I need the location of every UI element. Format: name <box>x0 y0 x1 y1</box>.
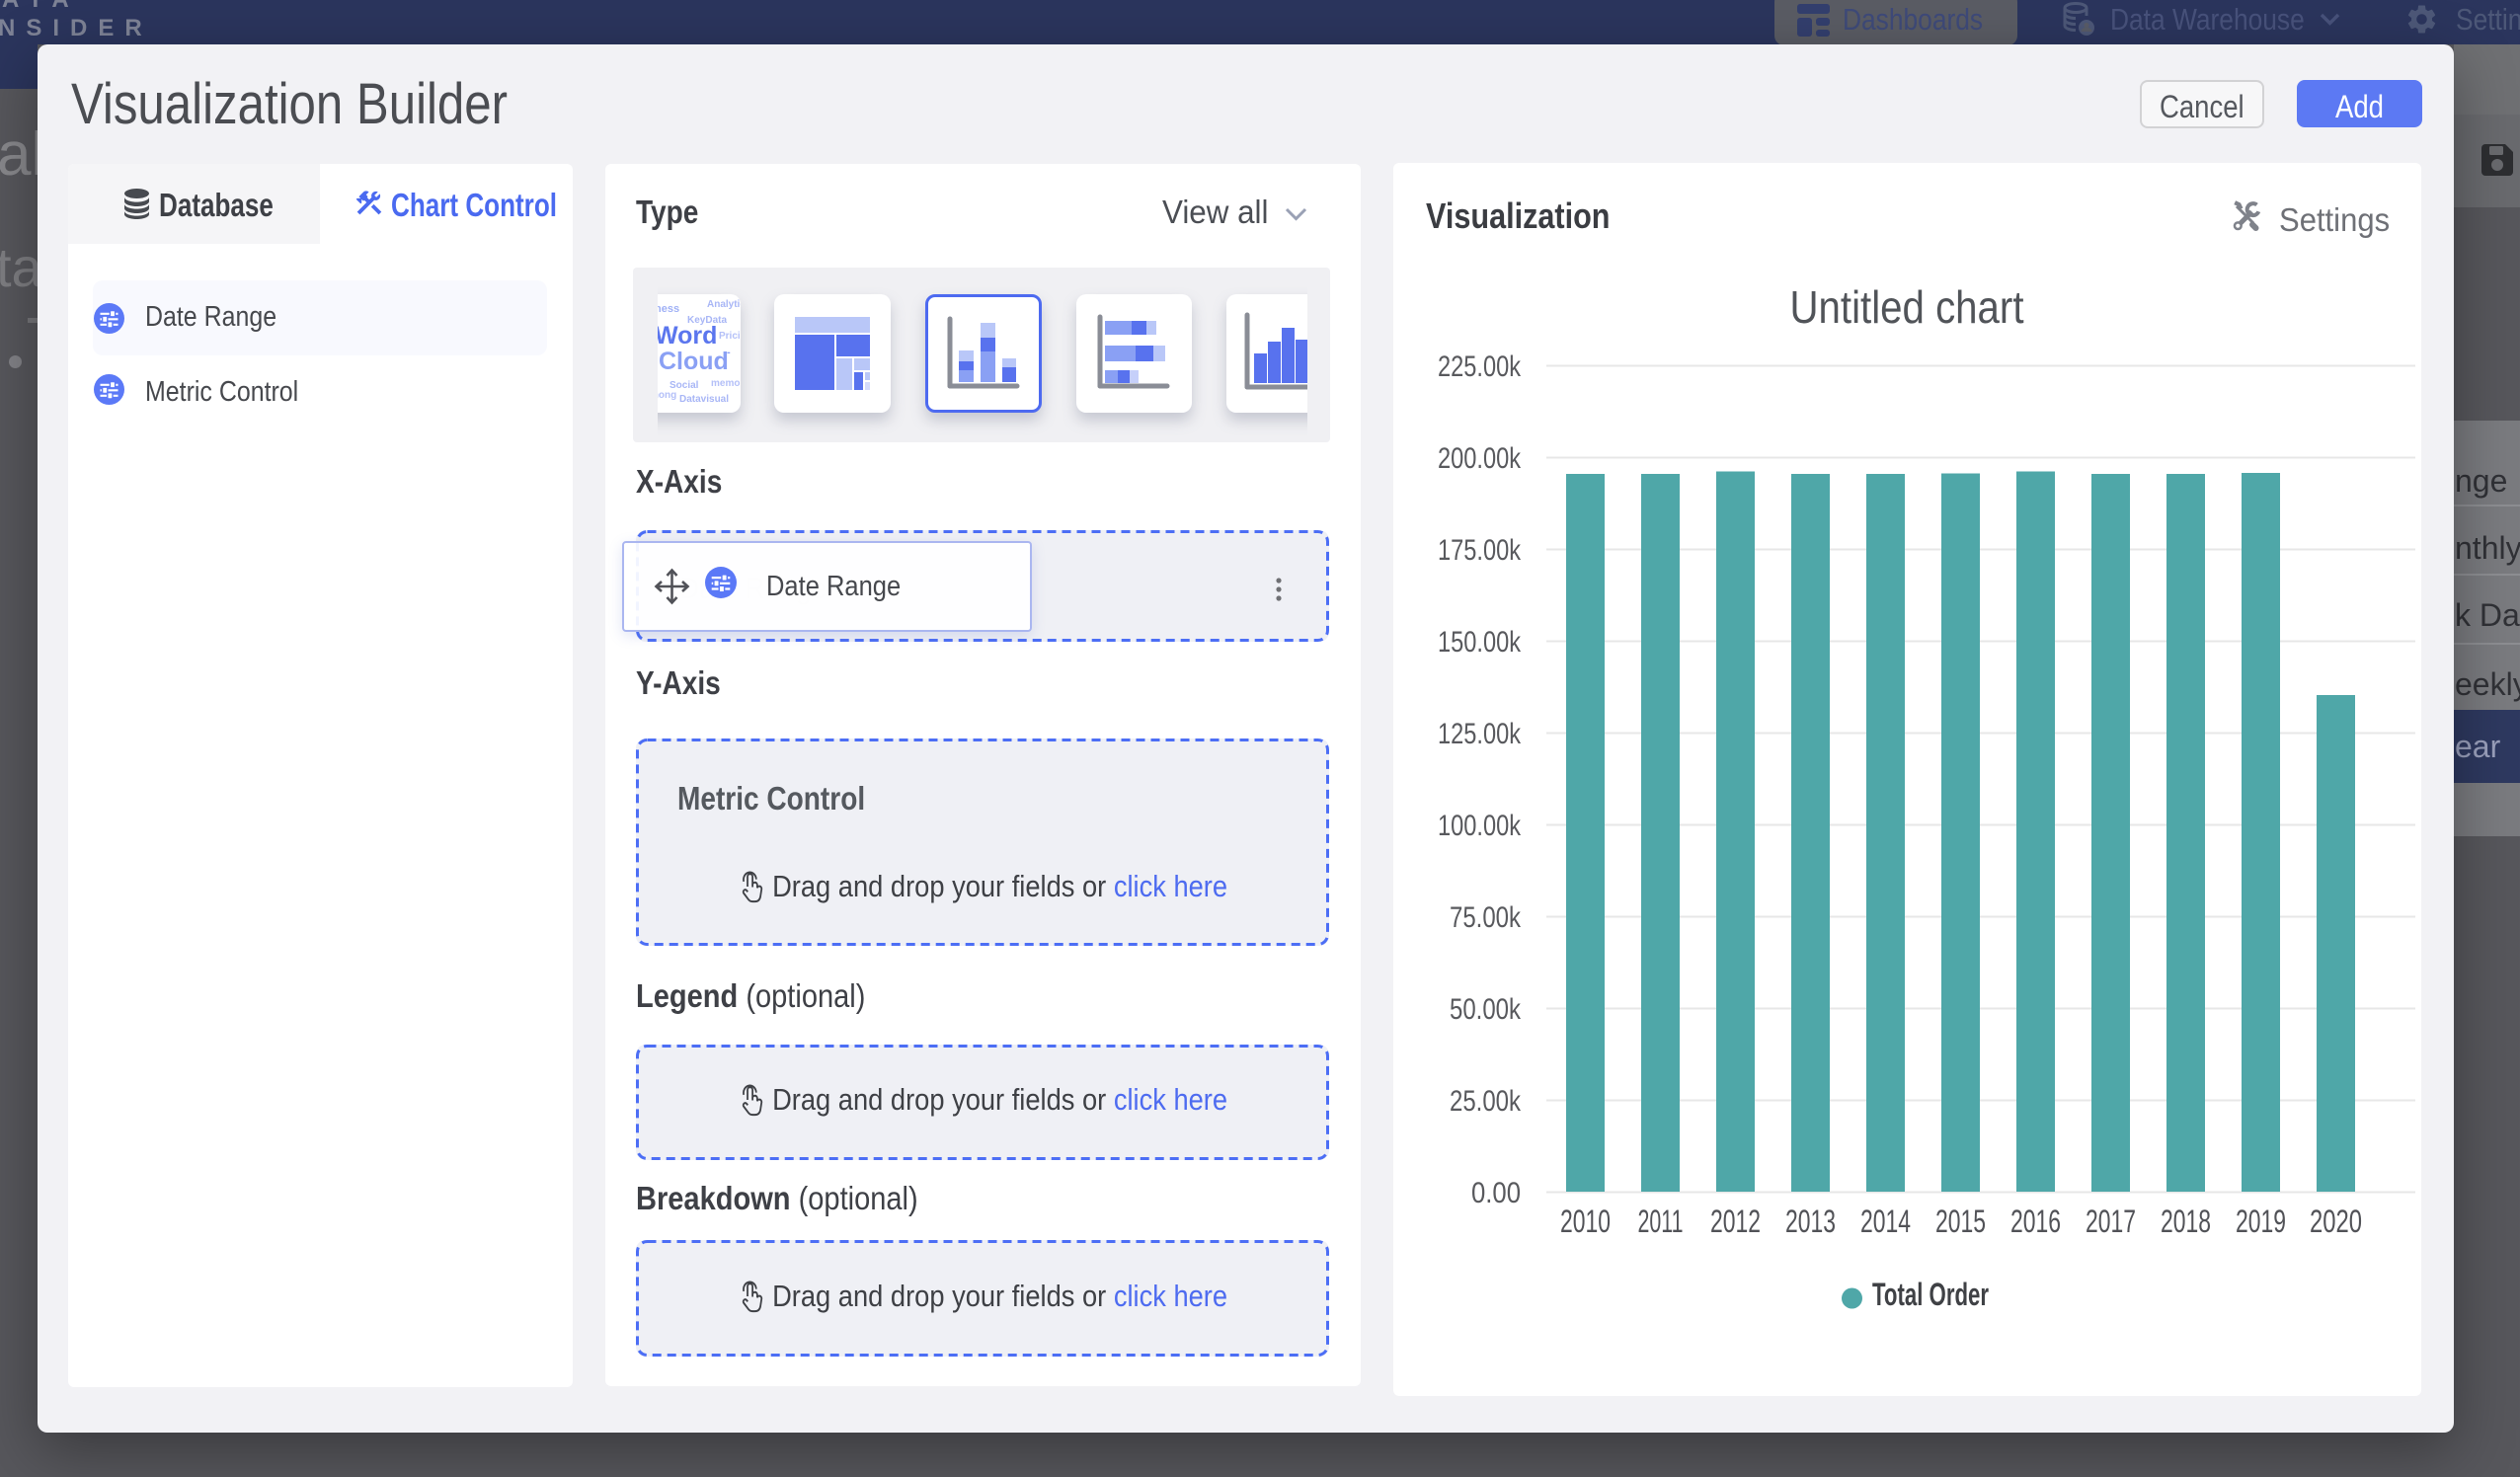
svg-text:Untitled chart: Untitled chart <box>1790 281 2024 333</box>
svg-text:200.00k: 200.00k <box>1438 442 1522 475</box>
svg-text:2017: 2017 <box>2086 1204 2136 1239</box>
svg-text:2015: 2015 <box>1935 1204 1986 1239</box>
svg-text:225.00k: 225.00k <box>1438 350 1522 383</box>
svg-text:2018: 2018 <box>2161 1204 2211 1239</box>
svg-text:175.00k: 175.00k <box>1438 534 1522 567</box>
svg-text:2010: 2010 <box>1560 1204 1611 1239</box>
svg-text:125.00k: 125.00k <box>1438 718 1522 750</box>
svg-text:Total Order: Total Order <box>1872 1277 1989 1312</box>
svg-text:2011: 2011 <box>1638 1204 1684 1239</box>
svg-text:50.00k: 50.00k <box>1450 993 1522 1026</box>
svg-text:25.00k: 25.00k <box>1450 1085 1522 1118</box>
svg-text:2020: 2020 <box>2310 1204 2362 1239</box>
svg-text:2014: 2014 <box>1860 1204 1911 1239</box>
svg-text:2013: 2013 <box>1785 1204 1836 1239</box>
svg-text:100.00k: 100.00k <box>1438 810 1522 842</box>
svg-text:150.00k: 150.00k <box>1438 626 1522 659</box>
svg-text:0.00: 0.00 <box>1471 1177 1521 1209</box>
svg-text:2016: 2016 <box>2010 1204 2061 1239</box>
svg-text:75.00k: 75.00k <box>1450 901 1522 934</box>
svg-text:2012: 2012 <box>1710 1204 1761 1239</box>
svg-text:2019: 2019 <box>2236 1204 2286 1239</box>
